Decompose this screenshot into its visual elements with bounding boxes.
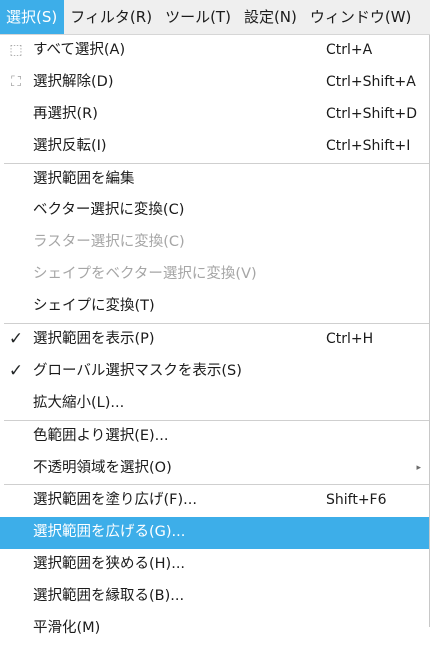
menu-item-2-2[interactable]: 拡大縮小(L)... xyxy=(0,388,429,420)
menu-item-shortcut: Ctrl+Shift+D xyxy=(326,105,417,122)
menu-item-2-0[interactable]: ✓ 選択範囲を表示(P) Ctrl+H xyxy=(0,324,429,356)
menu-item-shortcut: Ctrl+A xyxy=(326,42,373,58)
menu-item-shortcut: Shift+F6 xyxy=(326,492,387,509)
menubar-item-4[interactable]: ウィンドウ(W) xyxy=(304,0,419,34)
menu-item-4-2[interactable]: 選択範囲を狭める(H)... xyxy=(0,549,429,581)
menu-item-label: シェイプをベクター選択に変換(V) xyxy=(33,266,257,283)
menu-item-4-4[interactable]: 平滑化(M) xyxy=(0,613,429,645)
checkmark-icon: ✓ xyxy=(8,329,24,350)
menu-item-label: 平滑化(M) xyxy=(33,620,101,637)
menu-item-3-1[interactable]: 不透明領域を選択(O) ▸ xyxy=(0,453,429,485)
menu-item-shortcut: Ctrl+Shift+A xyxy=(326,73,416,90)
menu-item-label: 色範囲より選択(E)... xyxy=(33,427,169,444)
menu-item-label: 選択範囲を塗り広げ(F)... xyxy=(33,492,197,509)
menu-item-label: 選択範囲を狭める(H)... xyxy=(33,556,186,573)
menu-item-label: 選択範囲を広げる(G)... xyxy=(33,524,186,541)
menu-item-1-3: シェイプをベクター選択に変換(V) xyxy=(0,259,429,291)
menu-item-1-4[interactable]: シェイプに変換(T) xyxy=(0,291,429,323)
menu-item-label: 再選択(R) xyxy=(33,105,98,122)
menu-item-label: ベクター選択に変換(C) xyxy=(33,202,185,219)
menu-item-0-3[interactable]: 選択反転(I) Ctrl+Shift+I xyxy=(0,131,429,163)
menu-item-3-0[interactable]: 色範囲より選択(E)... xyxy=(0,421,429,453)
menubar-item-1[interactable]: フィルタ(R) xyxy=(64,0,159,34)
menu-item-4-3[interactable]: 選択範囲を縁取る(B)... xyxy=(0,581,429,613)
menu-item-4-1[interactable]: 選択範囲を広げる(G)... xyxy=(0,517,429,550)
menubar-item-2[interactable]: ツール(T) xyxy=(159,0,238,34)
menubar: 選択(S) フィルタ(R) ツール(T) 設定(N) ウィンドウ(W) xyxy=(0,0,430,35)
menu-item-label: グローバル選択マスクを表示(S) xyxy=(33,362,242,379)
menu-item-shortcut: Ctrl+Shift+I xyxy=(326,137,411,154)
menu-item-label: 選択範囲を表示(P) xyxy=(33,331,155,348)
menu-item-label: 選択範囲を編集 xyxy=(33,170,135,187)
menu-item-1-0[interactable]: 選択範囲を編集 xyxy=(0,164,429,196)
menu-item-2-1[interactable]: ✓ グローバル選択マスクを表示(S) xyxy=(0,356,429,388)
menu-item-0-2[interactable]: 再選択(R) Ctrl+Shift+D xyxy=(0,99,429,131)
menu-item-label: 不透明領域を選択(O) xyxy=(33,459,172,476)
submenu-arrow-icon: ▸ xyxy=(416,462,421,473)
menu-item-label: 選択解除(D) xyxy=(33,73,114,90)
menu-item-4-0[interactable]: 選択範囲を塗り広げ(F)... Shift+F6 xyxy=(0,485,429,517)
checkmark-icon: ✓ xyxy=(8,360,24,381)
menu-item-label: 選択範囲を縁取る(B)... xyxy=(33,588,185,605)
menu-item-1-2: ラスター選択に変換(C) xyxy=(0,227,429,259)
deselect-icon: ⛶ xyxy=(11,73,21,90)
menubar-item-3[interactable]: 設定(N) xyxy=(238,0,304,34)
menu-item-label: 選択反転(I) xyxy=(33,137,107,154)
menu-item-label: シェイプに変換(T) xyxy=(33,298,155,315)
menu-item-0-1[interactable]: ⛶ 選択解除(D) Ctrl+Shift+A xyxy=(0,67,429,99)
menu-item-label: すべて選択(A) xyxy=(33,42,126,58)
select-menu-dropdown: ⬚ すべて選択(A) Ctrl+A ⛶ 選択解除(D) Ctrl+Shift+A 再選択(R… xyxy=(0,35,430,636)
menubar-item-0[interactable]: 選択(S) xyxy=(0,0,65,34)
menu-item-shortcut: Ctrl+H xyxy=(326,331,374,348)
select-all-icon: ⬚ xyxy=(9,42,23,58)
menu-item-0-0[interactable]: ⬚ すべて選択(A) Ctrl+A xyxy=(0,35,429,67)
menu-item-label: ラスター選択に変換(C) xyxy=(33,234,185,251)
menu-item-1-1[interactable]: ベクター選択に変換(C) xyxy=(0,195,429,227)
menu-item-label: 拡大縮小(L)... xyxy=(33,394,125,411)
